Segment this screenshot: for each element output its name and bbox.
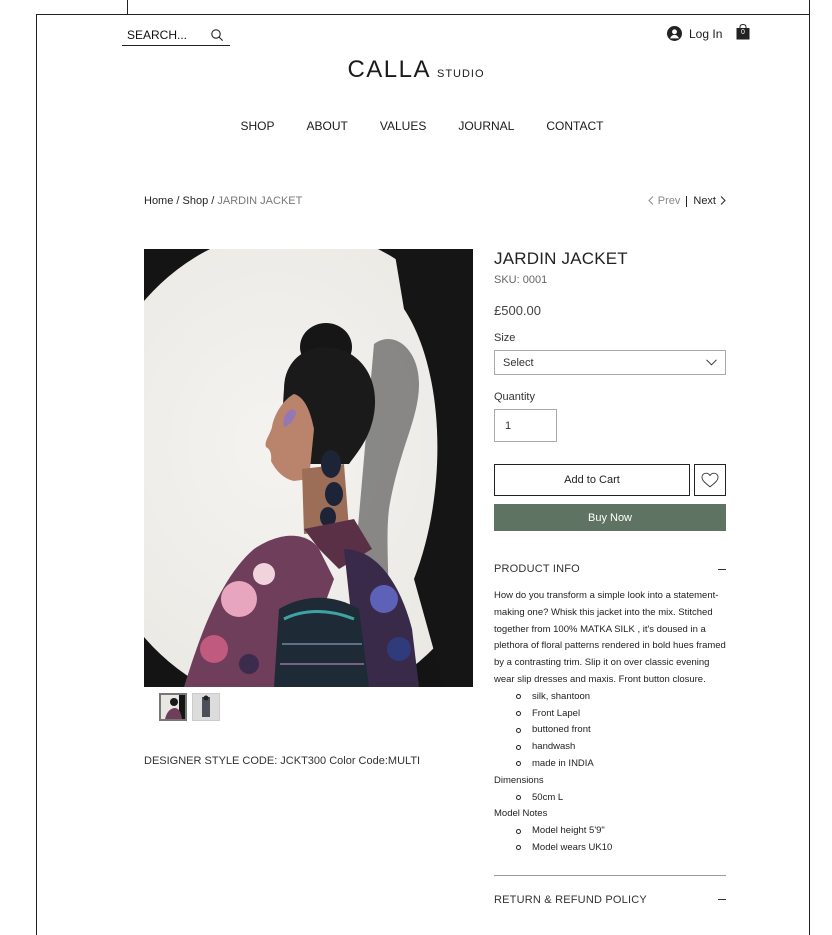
cart-count: 0	[741, 29, 745, 36]
product-info-title: PRODUCT INFO	[494, 563, 580, 575]
quantity-label: Quantity	[494, 391, 535, 403]
buy-now-button[interactable]: Buy Now	[494, 504, 726, 531]
frame-line	[809, 14, 810, 935]
list-item: silk, shantoon	[516, 689, 726, 706]
thumbnail-2[interactable]	[192, 693, 220, 721]
breadcrumb-home[interactable]: Home	[144, 195, 173, 207]
return-policy-toggle[interactable]: RETURN & REFUND POLICY	[494, 894, 726, 906]
minus-icon	[718, 568, 726, 570]
product-photo	[144, 249, 473, 687]
site-logo[interactable]: CALLA STUDIO	[0, 56, 832, 84]
list-item: buttoned front	[516, 722, 726, 739]
list-item: Front Lapel	[516, 706, 726, 723]
breadcrumb-sep: /	[208, 195, 218, 207]
login-label: Log In	[689, 26, 723, 41]
cart-button[interactable]: 0	[736, 23, 750, 40]
minus-icon	[718, 899, 726, 901]
dimensions-list: 50cm L	[494, 790, 726, 807]
search-input[interactable]	[122, 27, 206, 42]
size-selected-value: Select	[503, 356, 534, 369]
product-info-toggle[interactable]: PRODUCT INFO	[494, 563, 726, 575]
logo-main: CALLA	[347, 56, 431, 83]
thumbnail-image	[161, 695, 185, 719]
next-label: Next	[693, 195, 716, 207]
nav-item-journal[interactable]: JOURNAL	[458, 119, 514, 133]
chevron-left-icon	[648, 196, 654, 205]
list-item: handwash	[516, 739, 726, 756]
product-sku: SKU: 0001	[494, 274, 548, 286]
model-notes-list: Model height 5'9" Model wears UK10	[494, 823, 726, 857]
size-dropdown[interactable]: Select	[494, 350, 726, 375]
nav-item-about[interactable]: ABOUT	[307, 119, 348, 133]
list-item: Model height 5'9"	[516, 823, 726, 840]
list-item: Model wears UK10	[516, 840, 726, 857]
next-link[interactable]: Next	[693, 195, 726, 207]
product-info-body: How do you transform a simple look into …	[494, 588, 726, 857]
cart-actions: Add to Cart	[494, 464, 726, 496]
breadcrumb-shop[interactable]: Shop	[183, 195, 209, 207]
login-button[interactable]: Log In	[667, 26, 722, 41]
section-divider	[494, 874, 726, 876]
product-price: £500.00	[494, 303, 541, 318]
size-label: Size	[494, 332, 516, 344]
breadcrumb-sep: /	[173, 195, 183, 207]
product-details: JARDIN JACKET SKU: 0001 £500.00 Size Sel…	[494, 249, 726, 906]
heart-icon	[701, 472, 719, 488]
thumbnail-image	[193, 694, 219, 720]
search-icon[interactable]	[210, 28, 224, 42]
thumbnail-1[interactable]	[159, 693, 187, 721]
dimensions-label: Dimensions	[494, 774, 544, 786]
designer-style-code: DESIGNER STYLE CODE: JCKT300 Color Code:…	[144, 755, 421, 767]
chevron-right-icon	[720, 196, 726, 205]
prev-label: Prev	[657, 195, 681, 207]
product-description: How do you transform a simple look into …	[494, 590, 726, 685]
nav-item-shop[interactable]: SHOP	[241, 119, 275, 133]
prev-next-nav: Prev Next	[648, 195, 726, 207]
quantity-input[interactable]	[494, 409, 557, 442]
model-notes-label: Model Notes	[494, 808, 548, 820]
nav-item-contact[interactable]: CONTACT	[546, 119, 603, 133]
frame-line	[809, 0, 810, 14]
breadcrumb: Home / Shop / JARDIN JACKET	[144, 195, 302, 207]
list-item: made in INDIA	[516, 756, 726, 773]
wishlist-button[interactable]	[694, 464, 726, 496]
breadcrumb-current: JARDIN JACKET	[217, 195, 303, 207]
frame-line	[36, 14, 37, 935]
list-item: 50cm L	[516, 790, 726, 807]
product-image[interactable]	[144, 249, 473, 687]
logo-sub: STUDIO	[436, 68, 485, 80]
nav-item-values[interactable]: VALUES	[380, 119, 426, 133]
frame-line	[127, 0, 128, 14]
product-title: JARDIN JACKET	[494, 249, 628, 268]
prev-next-divider	[686, 195, 688, 207]
prev-link[interactable]: Prev	[648, 195, 681, 207]
frame-line	[36, 14, 810, 15]
main-nav: SHOP ABOUT VALUES JOURNAL CONTACT	[0, 119, 832, 133]
image-thumbnails	[159, 693, 220, 721]
feature-list: silk, shantoon Front Lapel buttoned fron…	[494, 689, 726, 773]
search-bar[interactable]	[122, 24, 230, 46]
return-policy-title: RETURN & REFUND POLICY	[494, 893, 647, 906]
user-icon	[667, 26, 682, 41]
add-to-cart-button[interactable]: Add to Cart	[494, 464, 690, 496]
chevron-down-icon	[706, 359, 717, 366]
